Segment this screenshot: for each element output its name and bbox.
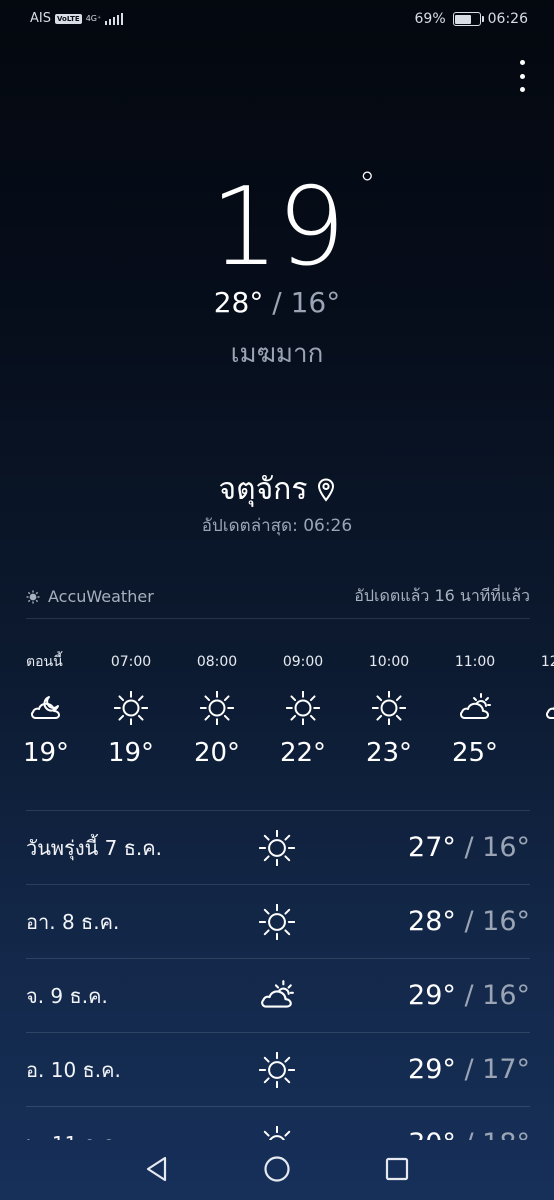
- hourly-item: ตอนนี้ 19°: [4, 650, 88, 768]
- back-button[interactable]: [142, 1154, 172, 1184]
- hourly-time: 11:00: [454, 654, 496, 670]
- daily-row[interactable]: พ. 11 ธ.ค.30° / 18°: [26, 1106, 530, 1140]
- hourly-temp: 23°: [365, 738, 413, 768]
- current-temperature: 19 °: [0, 168, 554, 284]
- daily-high: 27°: [408, 832, 456, 863]
- sun-icon: [260, 678, 346, 738]
- sun-icon: [258, 829, 296, 867]
- status-bar: AIS VoLTE 4G⁺ 69% 06:26: [0, 0, 554, 38]
- today-high-low: 28° / 16°: [0, 286, 554, 319]
- provider-row[interactable]: AccuWeather อัปเดตแล้ว 16 นาทีที่แล้ว: [26, 584, 530, 609]
- hourly-temp: 2: [518, 738, 554, 768]
- sun-icon: [258, 1051, 296, 1089]
- daily-row[interactable]: วันพรุ่งนี้ 7 ธ.ค. 27° / 16°: [26, 810, 530, 884]
- daily-separator: /: [455, 906, 483, 937]
- battery-icon: [452, 12, 484, 26]
- daily-high: 29°: [408, 1054, 456, 1085]
- sun-icon: [88, 678, 174, 738]
- more-options-button[interactable]: [512, 60, 532, 92]
- carrier-name: AIS: [30, 11, 51, 26]
- hourly-item: 11:00 25°: [432, 650, 518, 768]
- battery-percent: 69%: [414, 11, 446, 27]
- hourly-item: 12:00 2: [518, 650, 554, 768]
- daily-forecast[interactable]: วันพรุ่งนี้ 7 ธ.ค. 27° / 16° อา. 8 ธ.ค. 28°…: [26, 810, 530, 1140]
- status-bar-left: AIS VoLTE 4G⁺: [30, 11, 124, 26]
- daily-low: 16°: [482, 832, 530, 863]
- daily-separator: /: [455, 980, 483, 1011]
- location-selector[interactable]: จตุจักร: [0, 466, 554, 513]
- provider-name: AccuWeather: [48, 587, 154, 606]
- today-low: 16°: [290, 286, 341, 319]
- daily-high: 29°: [408, 980, 456, 1011]
- sun-icon: [258, 903, 296, 941]
- degree-symbol: °: [358, 165, 376, 205]
- high-low-separator: /: [263, 286, 291, 319]
- navigation-bar: [0, 1138, 554, 1200]
- daily-row[interactable]: อ. 10 ธ.ค. 29° / 17°: [26, 1032, 530, 1106]
- sun-icon: [174, 678, 260, 738]
- network-type: 4G⁺: [85, 13, 102, 23]
- recents-button[interactable]: [382, 1154, 412, 1184]
- location-pin-icon: [318, 477, 335, 502]
- partly-cloudy-day-icon: [258, 977, 296, 1015]
- daily-low: 16°: [482, 906, 530, 937]
- signal-icon: [105, 12, 124, 25]
- home-button[interactable]: [262, 1154, 292, 1184]
- hourly-temp: 19°: [107, 738, 155, 768]
- status-bar-right: 69% 06:26: [415, 11, 528, 27]
- sun-icon: [346, 678, 432, 738]
- divider: [26, 618, 530, 619]
- last-updated-text: อัปเดตล่าสุด: 06:26: [201, 516, 353, 536]
- clock: 06:26: [487, 11, 528, 27]
- daily-low: 16°: [482, 980, 530, 1011]
- hourly-time: 07:00: [110, 654, 152, 670]
- current-temp-value: 19: [210, 165, 345, 290]
- daily-row[interactable]: จ. 9 ธ.ค. 29° / 16°: [26, 958, 530, 1032]
- recents-square-icon: [385, 1157, 409, 1181]
- hourly-temp: 20°: [193, 738, 241, 768]
- hourly-temp: 25°: [451, 738, 499, 768]
- today-high: 28°: [213, 286, 264, 319]
- weather-condition: เมฆมาก: [230, 339, 324, 369]
- hourly-time: 12:00: [540, 654, 554, 670]
- daily-label: จ. 9 ธ.ค.: [26, 983, 108, 1008]
- partly-cloudy-night-icon: [4, 678, 88, 738]
- accuweather-logo-icon: [26, 590, 40, 603]
- daily-separator: /: [455, 1054, 483, 1085]
- daily-high: 28°: [408, 906, 456, 937]
- daily-temps: 29° / 17°: [408, 1054, 530, 1085]
- daily-row[interactable]: อา. 8 ธ.ค. 28° / 16°: [26, 884, 530, 958]
- provider-updated: อัปเดตแล้ว 16 นาทีที่แล้ว: [354, 586, 530, 605]
- partly-cloudy-day-icon: [518, 678, 554, 738]
- hourly-time: 10:00: [368, 654, 410, 670]
- location-name: จตุจักร: [218, 472, 308, 507]
- daily-temps: 29° / 16°: [408, 980, 530, 1011]
- hourly-temp: 22°: [279, 738, 327, 768]
- hourly-item: 07:00 19°: [88, 650, 174, 768]
- daily-label: อ. 10 ธ.ค.: [26, 1057, 121, 1082]
- daily-temps: 27° / 16°: [408, 832, 530, 863]
- hourly-time: ตอนนี้: [26, 654, 63, 670]
- hourly-item: 09:00 22°: [260, 650, 346, 768]
- daily-temps: 28° / 16°: [408, 906, 530, 937]
- hourly-forecast[interactable]: ตอนนี้ 19° 07:00 19° 08:00 20° 09:00 22° 10:00 2…: [0, 650, 554, 800]
- back-triangle-icon: [146, 1156, 167, 1182]
- daily-label: อา. 8 ธ.ค.: [26, 909, 120, 934]
- hourly-item: 08:00 20°: [174, 650, 260, 768]
- daily-label: วันพรุ่งนี้ 7 ธ.ค.: [26, 835, 163, 860]
- home-circle-icon: [264, 1156, 290, 1182]
- hourly-time: 09:00: [282, 654, 324, 670]
- daily-low: 17°: [482, 1054, 530, 1085]
- volte-badge: VoLTE: [54, 13, 82, 24]
- daily-separator: /: [455, 832, 483, 863]
- hourly-time: 08:00: [196, 654, 238, 670]
- partly-cloudy-day-icon: [432, 678, 518, 738]
- hourly-item: 10:00 23°: [346, 650, 432, 768]
- hourly-temp: 19°: [22, 738, 70, 768]
